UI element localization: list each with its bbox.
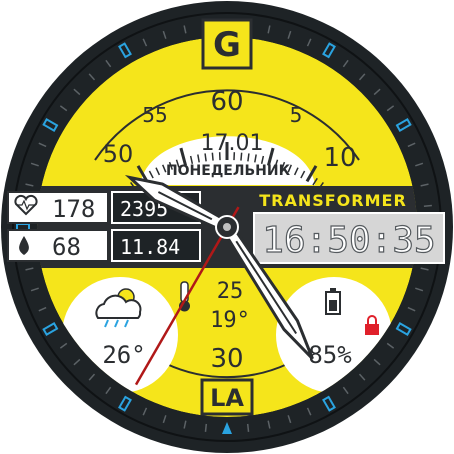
dial-number-60: 60 xyxy=(210,87,243,117)
bezel-tick xyxy=(204,423,208,432)
indoor-lower-value: 19° xyxy=(210,308,250,333)
brand-top-letter: G xyxy=(213,25,241,65)
watch-face: G 60 55 5 50 10 30 17.01 ПОНЕДЕЛЬНИК TRA… xyxy=(1,1,453,453)
dial-number-30: 30 xyxy=(210,344,243,374)
brand-bottom-text: LA xyxy=(210,384,244,412)
weather-temperature: 26° xyxy=(102,341,145,369)
dial-number-55: 55 xyxy=(142,103,167,127)
indoor-upper-value: 25 xyxy=(217,279,244,304)
humidity-value: 68 xyxy=(52,233,81,261)
distance-value: 11.84 xyxy=(120,235,180,259)
date-text: 17.01 xyxy=(201,131,264,156)
battery-percent: 85% xyxy=(308,341,352,369)
hand-pivot-cap xyxy=(223,223,231,231)
heart-rate-value: 178 xyxy=(52,195,95,223)
dial-number-50: 50 xyxy=(103,140,134,168)
dial-number-10: 10 xyxy=(323,143,356,173)
bezel-tick xyxy=(423,204,432,208)
time-value: 16:50:35 xyxy=(262,220,435,261)
model-label: TRANSFORMER xyxy=(259,191,407,210)
weekday-text: ПОНЕДЕЛЬНИК xyxy=(166,163,291,179)
dial-number-5: 5 xyxy=(290,103,303,127)
bezel-tick xyxy=(246,423,250,432)
